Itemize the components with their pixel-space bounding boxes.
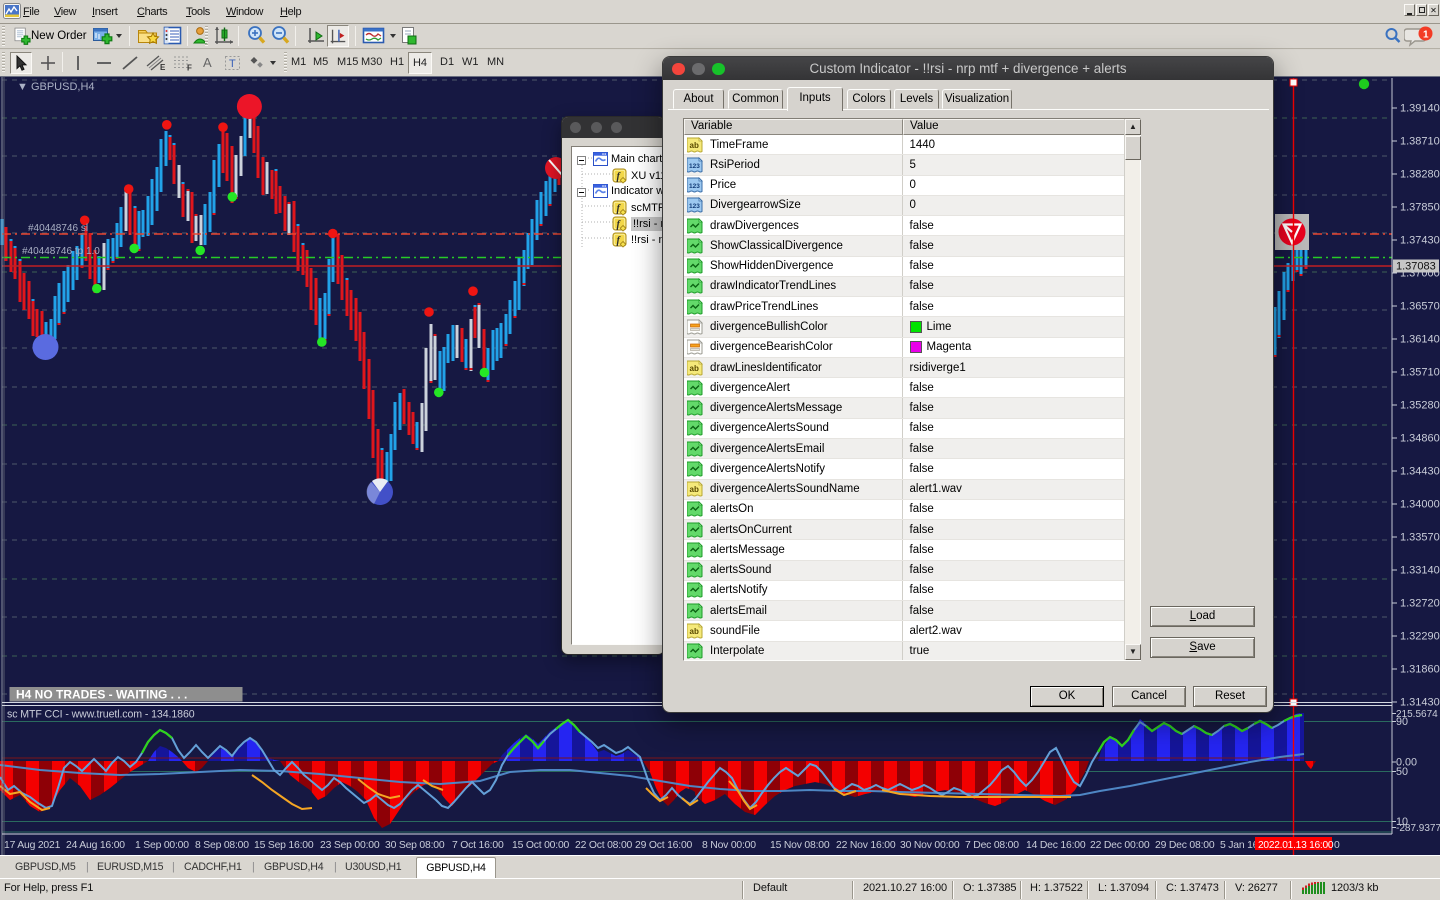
svg-text:15 Oct 00:00: 15 Oct 00:00 (512, 840, 570, 851)
svg-text:T: T (229, 58, 236, 70)
svg-text:1.39140: 1.39140 (1400, 103, 1440, 115)
svg-text:30 Nov 00:00: 30 Nov 00:00 (900, 840, 960, 851)
svg-text:15 Nov 08:00: 15 Nov 08:00 (770, 840, 830, 851)
svg-text:23 Sep 00:00: 23 Sep 00:00 (320, 840, 380, 851)
svg-text:1.35710: 1.35710 (1400, 367, 1440, 379)
svg-text:123: 123 (689, 163, 700, 170)
svg-text:22 Nov 16:00: 22 Nov 16:00 (836, 840, 896, 851)
svg-text:30 Sep 08:00: 30 Sep 08:00 (385, 840, 445, 851)
svg-text:sc MTF CCI - www.truetl.com -: sc MTF CCI - www.truetl.com - 134.1860 (7, 709, 195, 721)
svg-text:1.37083: 1.37083 (1396, 261, 1436, 273)
svg-text:1.34860: 1.34860 (1400, 433, 1440, 445)
svg-text:1.37430: 1.37430 (1400, 235, 1440, 247)
svg-text:24 Aug 16:00: 24 Aug 16:00 (66, 840, 125, 851)
svg-text:1.33140: 1.33140 (1400, 565, 1440, 577)
svg-text:50: 50 (1396, 766, 1408, 778)
svg-text:#40448746 sl: #40448746 sl (28, 223, 88, 234)
svg-text:29 Oct 16:00: 29 Oct 16:00 (635, 840, 693, 851)
svg-text:1.34430: 1.34430 (1400, 466, 1440, 478)
svg-text:1.36570: 1.36570 (1400, 301, 1440, 313)
svg-text:ab: ab (690, 364, 699, 373)
svg-text:F: F (187, 64, 192, 73)
svg-text:7 Dec 08:00: 7 Dec 08:00 (965, 840, 1019, 851)
svg-text:0: 0 (1334, 840, 1340, 851)
svg-text:22 Oct 08:00: 22 Oct 08:00 (575, 840, 633, 851)
svg-text:#40448746 tp 1.0: #40448746 tp 1.0 (22, 246, 100, 257)
svg-text:15 Sep 16:00: 15 Sep 16:00 (254, 840, 314, 851)
svg-text:7 Oct 16:00: 7 Oct 16:00 (452, 840, 504, 851)
svg-text:▼ GBPUSD,H4: ▼ GBPUSD,H4 (17, 81, 95, 93)
svg-text:ab: ab (690, 485, 699, 494)
svg-text:90: 90 (1396, 716, 1408, 728)
svg-text:1.38280: 1.38280 (1400, 169, 1440, 181)
svg-text:1 Sep 00:00: 1 Sep 00:00 (135, 840, 189, 851)
svg-text:14 Dec 16:00: 14 Dec 16:00 (1026, 840, 1086, 851)
svg-text:1.32720: 1.32720 (1400, 598, 1440, 610)
svg-text:ab: ab (690, 141, 699, 150)
svg-text:1.36140: 1.36140 (1400, 334, 1440, 346)
svg-text:29 Dec 08:00: 29 Dec 08:00 (1155, 840, 1215, 851)
svg-text:5 Jan 16: 5 Jan 16 (1220, 840, 1259, 851)
svg-text:E: E (160, 63, 166, 72)
svg-text:1.34000: 1.34000 (1400, 499, 1440, 511)
svg-text:1.31860: 1.31860 (1400, 664, 1440, 676)
svg-text:123: 123 (689, 203, 700, 210)
svg-text:1.32290: 1.32290 (1400, 631, 1440, 643)
svg-text:1.33570: 1.33570 (1400, 532, 1440, 544)
svg-text:8 Nov 00:00: 8 Nov 00:00 (702, 840, 756, 851)
svg-text:2022.01.13 16:00: 2022.01.13 16:00 (1258, 840, 1334, 851)
svg-text:8 Sep 08:00: 8 Sep 08:00 (195, 840, 249, 851)
svg-text:H4 NO TRADES - WAITING . . .: H4 NO TRADES - WAITING . . . (16, 688, 187, 702)
svg-text:-287.9377: -287.9377 (1396, 823, 1440, 834)
svg-text:17 Aug 2021: 17 Aug 2021 (4, 840, 61, 851)
svg-text:1.38710: 1.38710 (1400, 136, 1440, 148)
svg-text:22 Dec 00:00: 22 Dec 00:00 (1090, 840, 1150, 851)
svg-text:1.37850: 1.37850 (1400, 202, 1440, 214)
svg-text:A: A (203, 55, 212, 70)
svg-text:123: 123 (689, 183, 700, 190)
svg-text:1.31430: 1.31430 (1400, 697, 1440, 709)
svg-text:1: 1 (1423, 30, 1429, 41)
svg-text:ab: ab (690, 627, 699, 636)
svg-text:1.35280: 1.35280 (1400, 400, 1440, 412)
